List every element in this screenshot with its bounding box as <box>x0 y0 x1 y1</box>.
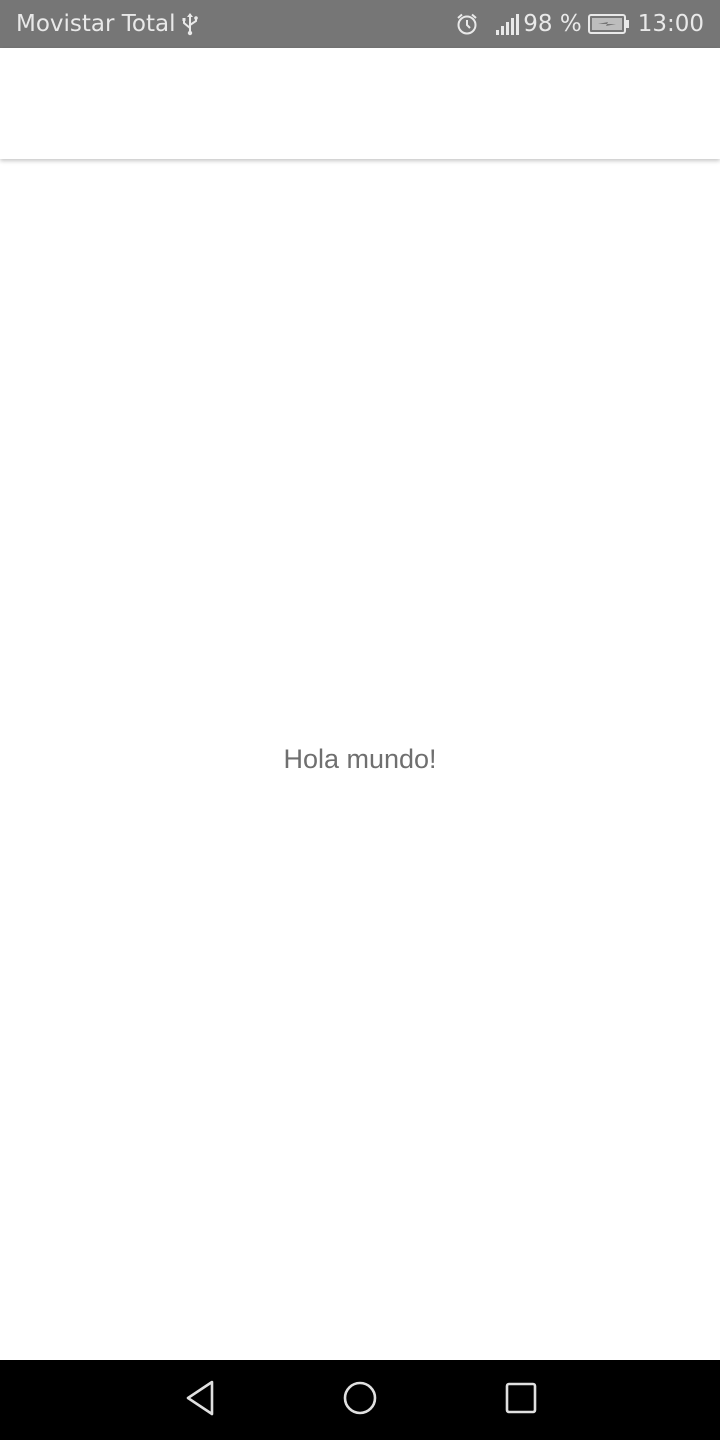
main-content: Hola mundo! <box>0 159 720 1360</box>
app-toolbar <box>0 48 720 159</box>
back-icon <box>182 1378 218 1422</box>
carrier-name: Movistar Total <box>16 11 176 37</box>
home-icon <box>340 1378 380 1422</box>
battery-charging-icon <box>587 14 630 34</box>
back-button[interactable] <box>178 1378 222 1422</box>
clock-time: 13:00 <box>637 11 704 37</box>
signal-icon <box>495 13 521 35</box>
usb-icon <box>182 12 198 36</box>
battery-percent: 98 % <box>523 11 582 37</box>
status-right: 98 % 13:00 <box>455 0 704 48</box>
phone-screen: Movistar Total 98 % 13:00 Hola mundo! <box>0 0 720 1440</box>
navigation-bar <box>0 1360 720 1440</box>
status-bar: Movistar Total 98 % 13:00 <box>0 0 720 48</box>
home-button[interactable] <box>338 1378 382 1422</box>
recents-button[interactable] <box>498 1378 542 1422</box>
status-left: Movistar Total <box>16 0 198 48</box>
recents-icon <box>500 1378 540 1422</box>
hello-message: Hola mundo! <box>283 744 437 774</box>
alarm-icon <box>455 12 479 36</box>
